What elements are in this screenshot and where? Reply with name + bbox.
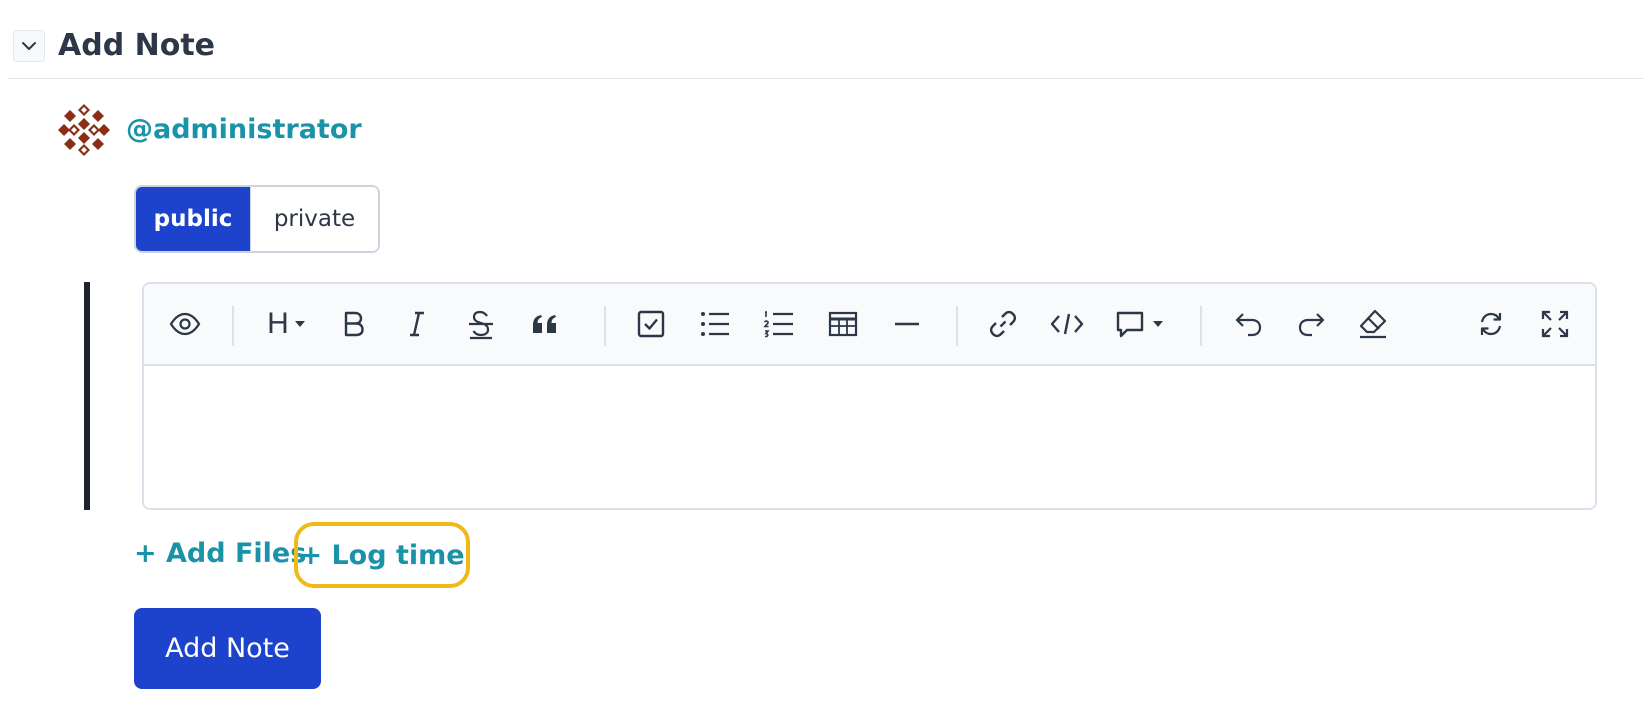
- avatar: [56, 102, 112, 158]
- sync-icon: [1480, 312, 1502, 336]
- visibility-public-button[interactable]: public: [136, 187, 250, 251]
- italic-button[interactable]: [394, 300, 440, 348]
- section-title: Add Note: [58, 28, 216, 63]
- collapse-button[interactable]: [13, 30, 45, 62]
- undo-icon: [1235, 313, 1262, 337]
- undo-button[interactable]: [1226, 300, 1272, 348]
- link-icon: [989, 310, 1017, 338]
- author-username[interactable]: @administrator: [126, 110, 362, 150]
- dropdown-caret-icon: [1153, 321, 1163, 327]
- editor-focus-bar: [84, 282, 90, 510]
- toolbar-separator: [232, 306, 234, 346]
- toolbar-separator: [1200, 306, 1202, 346]
- task-list-icon: [637, 310, 665, 338]
- comment-icon: [1116, 311, 1144, 338]
- quote-button[interactable]: [522, 300, 568, 348]
- table-icon: [828, 311, 858, 337]
- italic-icon: [410, 311, 424, 337]
- visibility-toggle: public private: [134, 185, 380, 253]
- strikethrough-icon: [469, 310, 493, 340]
- link-button[interactable]: [980, 300, 1026, 348]
- section-header: Add Note: [0, 0, 1644, 80]
- bold-button[interactable]: [330, 300, 376, 348]
- redo-button[interactable]: [1288, 300, 1334, 348]
- fullscreen-button[interactable]: [1532, 300, 1578, 348]
- header-divider: [8, 78, 1644, 79]
- editor-toolbar: H: [144, 284, 1595, 366]
- bold-icon: [344, 311, 364, 337]
- preview-button[interactable]: [160, 300, 210, 348]
- fullscreen-icon: [1541, 310, 1569, 338]
- visibility-private-button[interactable]: private: [250, 187, 378, 251]
- comment-button[interactable]: [1110, 300, 1170, 348]
- add-files-link[interactable]: + Add Files: [134, 534, 306, 574]
- dropdown-caret-icon: [294, 321, 305, 327]
- bullet-list-icon: [701, 312, 729, 336]
- markdown-editor: H: [142, 282, 1597, 510]
- code-button[interactable]: [1044, 300, 1090, 348]
- code-icon: [1050, 313, 1084, 335]
- toolbar-separator: [956, 306, 958, 346]
- clear-format-button[interactable]: [1350, 300, 1396, 348]
- horizontal-rule-icon: [895, 322, 919, 326]
- toolbar-separator: [604, 306, 606, 346]
- task-list-button[interactable]: [628, 300, 674, 348]
- clear-format-icon: [1359, 309, 1387, 339]
- preview-icon: [169, 312, 201, 336]
- add-note-button[interactable]: Add Note: [134, 608, 321, 689]
- add-note-label: Add Note: [165, 633, 290, 664]
- log-time-label: + Log time: [299, 539, 465, 571]
- log-time-link[interactable]: + Log time: [294, 522, 470, 588]
- sync-button[interactable]: [1468, 300, 1514, 348]
- chevron-down-icon: [22, 42, 36, 50]
- strikethrough-button[interactable]: [458, 300, 504, 348]
- redo-icon: [1298, 313, 1325, 337]
- numbered-list-icon: [763, 311, 793, 338]
- heading-icon: H: [267, 307, 289, 340]
- quote-icon: [533, 315, 556, 333]
- horizontal-rule-button[interactable]: [884, 300, 930, 348]
- numbered-list-button[interactable]: [756, 300, 802, 348]
- editor-textarea[interactable]: [144, 366, 1595, 508]
- heading-button[interactable]: H: [260, 300, 314, 348]
- table-button[interactable]: [820, 300, 866, 348]
- bullet-list-button[interactable]: [692, 300, 738, 348]
